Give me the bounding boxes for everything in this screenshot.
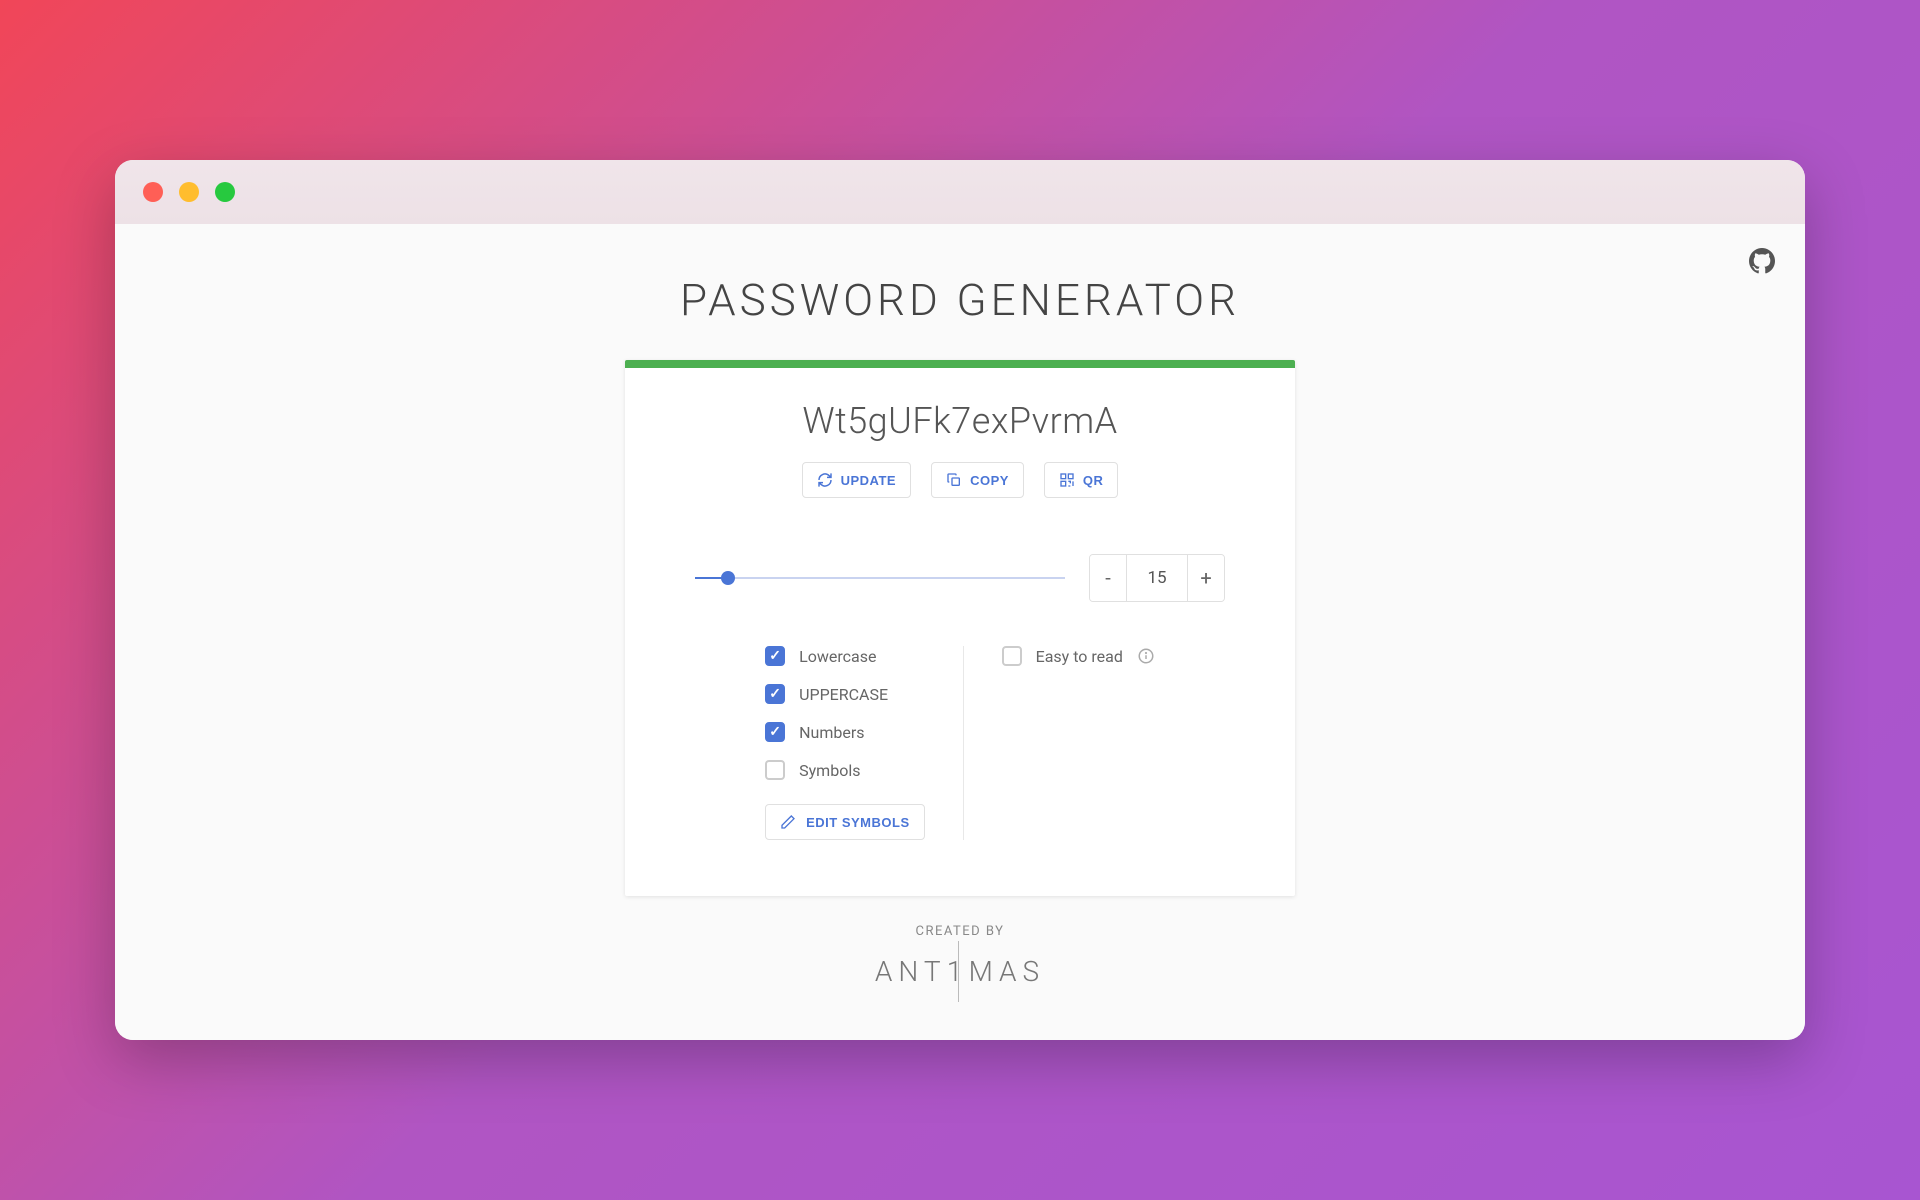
edit-symbols-label: EDIT SYMBOLS [806, 815, 910, 830]
qr-button[interactable]: QR [1044, 462, 1119, 498]
lowercase-checkbox[interactable] [765, 646, 785, 666]
window-minimize-button[interactable] [179, 182, 199, 202]
length-slider[interactable] [695, 566, 1065, 590]
easy-to-read-label: Easy to read [1036, 647, 1123, 666]
update-button-label: UPDATE [841, 473, 896, 488]
copy-icon [946, 472, 962, 488]
uppercase-option[interactable]: UPPERCASE [765, 684, 925, 704]
length-value[interactable]: 15 [1126, 555, 1188, 601]
titlebar [115, 160, 1805, 224]
browser-window: PASSWORD GENERATOR Wt5gUFk7exPvrmA UPDAT… [115, 160, 1805, 1040]
copy-button-label: COPY [970, 473, 1009, 488]
action-buttons: UPDATE COPY QR [802, 462, 1119, 498]
footer: CREATED BY ANT 1 MAS [875, 924, 1045, 1028]
uppercase-label: UPPERCASE [799, 685, 888, 704]
options-container: Lowercase UPPERCASE Numbers [671, 646, 1249, 840]
traffic-lights [143, 182, 235, 202]
author-logo[interactable]: ANT 1 MAS [875, 955, 1045, 988]
viewport: PASSWORD GENERATOR Wt5gUFk7exPvrmA UPDAT… [115, 224, 1805, 1040]
created-by-label: CREATED BY [916, 924, 1005, 939]
symbols-checkbox[interactable] [765, 760, 785, 780]
qr-icon [1059, 472, 1075, 488]
easy-to-read-option[interactable]: Easy to read [1002, 646, 1155, 666]
uppercase-checkbox[interactable] [765, 684, 785, 704]
slider-thumb[interactable] [721, 571, 735, 585]
refresh-icon [817, 472, 833, 488]
pencil-icon [780, 814, 796, 830]
increment-button[interactable]: + [1188, 555, 1224, 601]
symbols-label: Symbols [799, 761, 860, 780]
page-content: PASSWORD GENERATOR Wt5gUFk7exPvrmA UPDAT… [115, 224, 1805, 1028]
info-icon[interactable] [1137, 647, 1155, 665]
window-maximize-button[interactable] [215, 182, 235, 202]
strength-bar [625, 360, 1295, 368]
password-display: Wt5gUFk7exPvrmA [802, 400, 1117, 442]
github-icon [1749, 248, 1775, 274]
length-stepper: - 15 + [1089, 554, 1225, 602]
decrement-button[interactable]: - [1090, 555, 1126, 601]
readability-options: Easy to read [964, 646, 1193, 840]
github-link[interactable] [1749, 248, 1775, 274]
easy-to-read-checkbox[interactable] [1002, 646, 1022, 666]
length-row: - 15 + [671, 554, 1249, 602]
lowercase-option[interactable]: Lowercase [765, 646, 925, 666]
charset-options: Lowercase UPPERCASE Numbers [727, 646, 964, 840]
page-title: PASSWORD GENERATOR [680, 274, 1240, 326]
qr-button-label: QR [1083, 473, 1104, 488]
copy-button[interactable]: COPY [931, 462, 1024, 498]
lowercase-label: Lowercase [799, 647, 876, 666]
logo-part-mid: 1 [947, 955, 969, 988]
update-button[interactable]: UPDATE [802, 462, 911, 498]
generator-card: Wt5gUFk7exPvrmA UPDATE COPY QR [625, 360, 1295, 896]
numbers-checkbox[interactable] [765, 722, 785, 742]
logo-part-right: MAS [969, 955, 1046, 988]
window-close-button[interactable] [143, 182, 163, 202]
logo-part-left: ANT [875, 955, 947, 988]
numbers-label: Numbers [799, 723, 864, 742]
slider-track [695, 577, 1065, 579]
edit-symbols-button[interactable]: EDIT SYMBOLS [765, 804, 925, 840]
numbers-option[interactable]: Numbers [765, 722, 925, 742]
symbols-option[interactable]: Symbols [765, 760, 925, 780]
